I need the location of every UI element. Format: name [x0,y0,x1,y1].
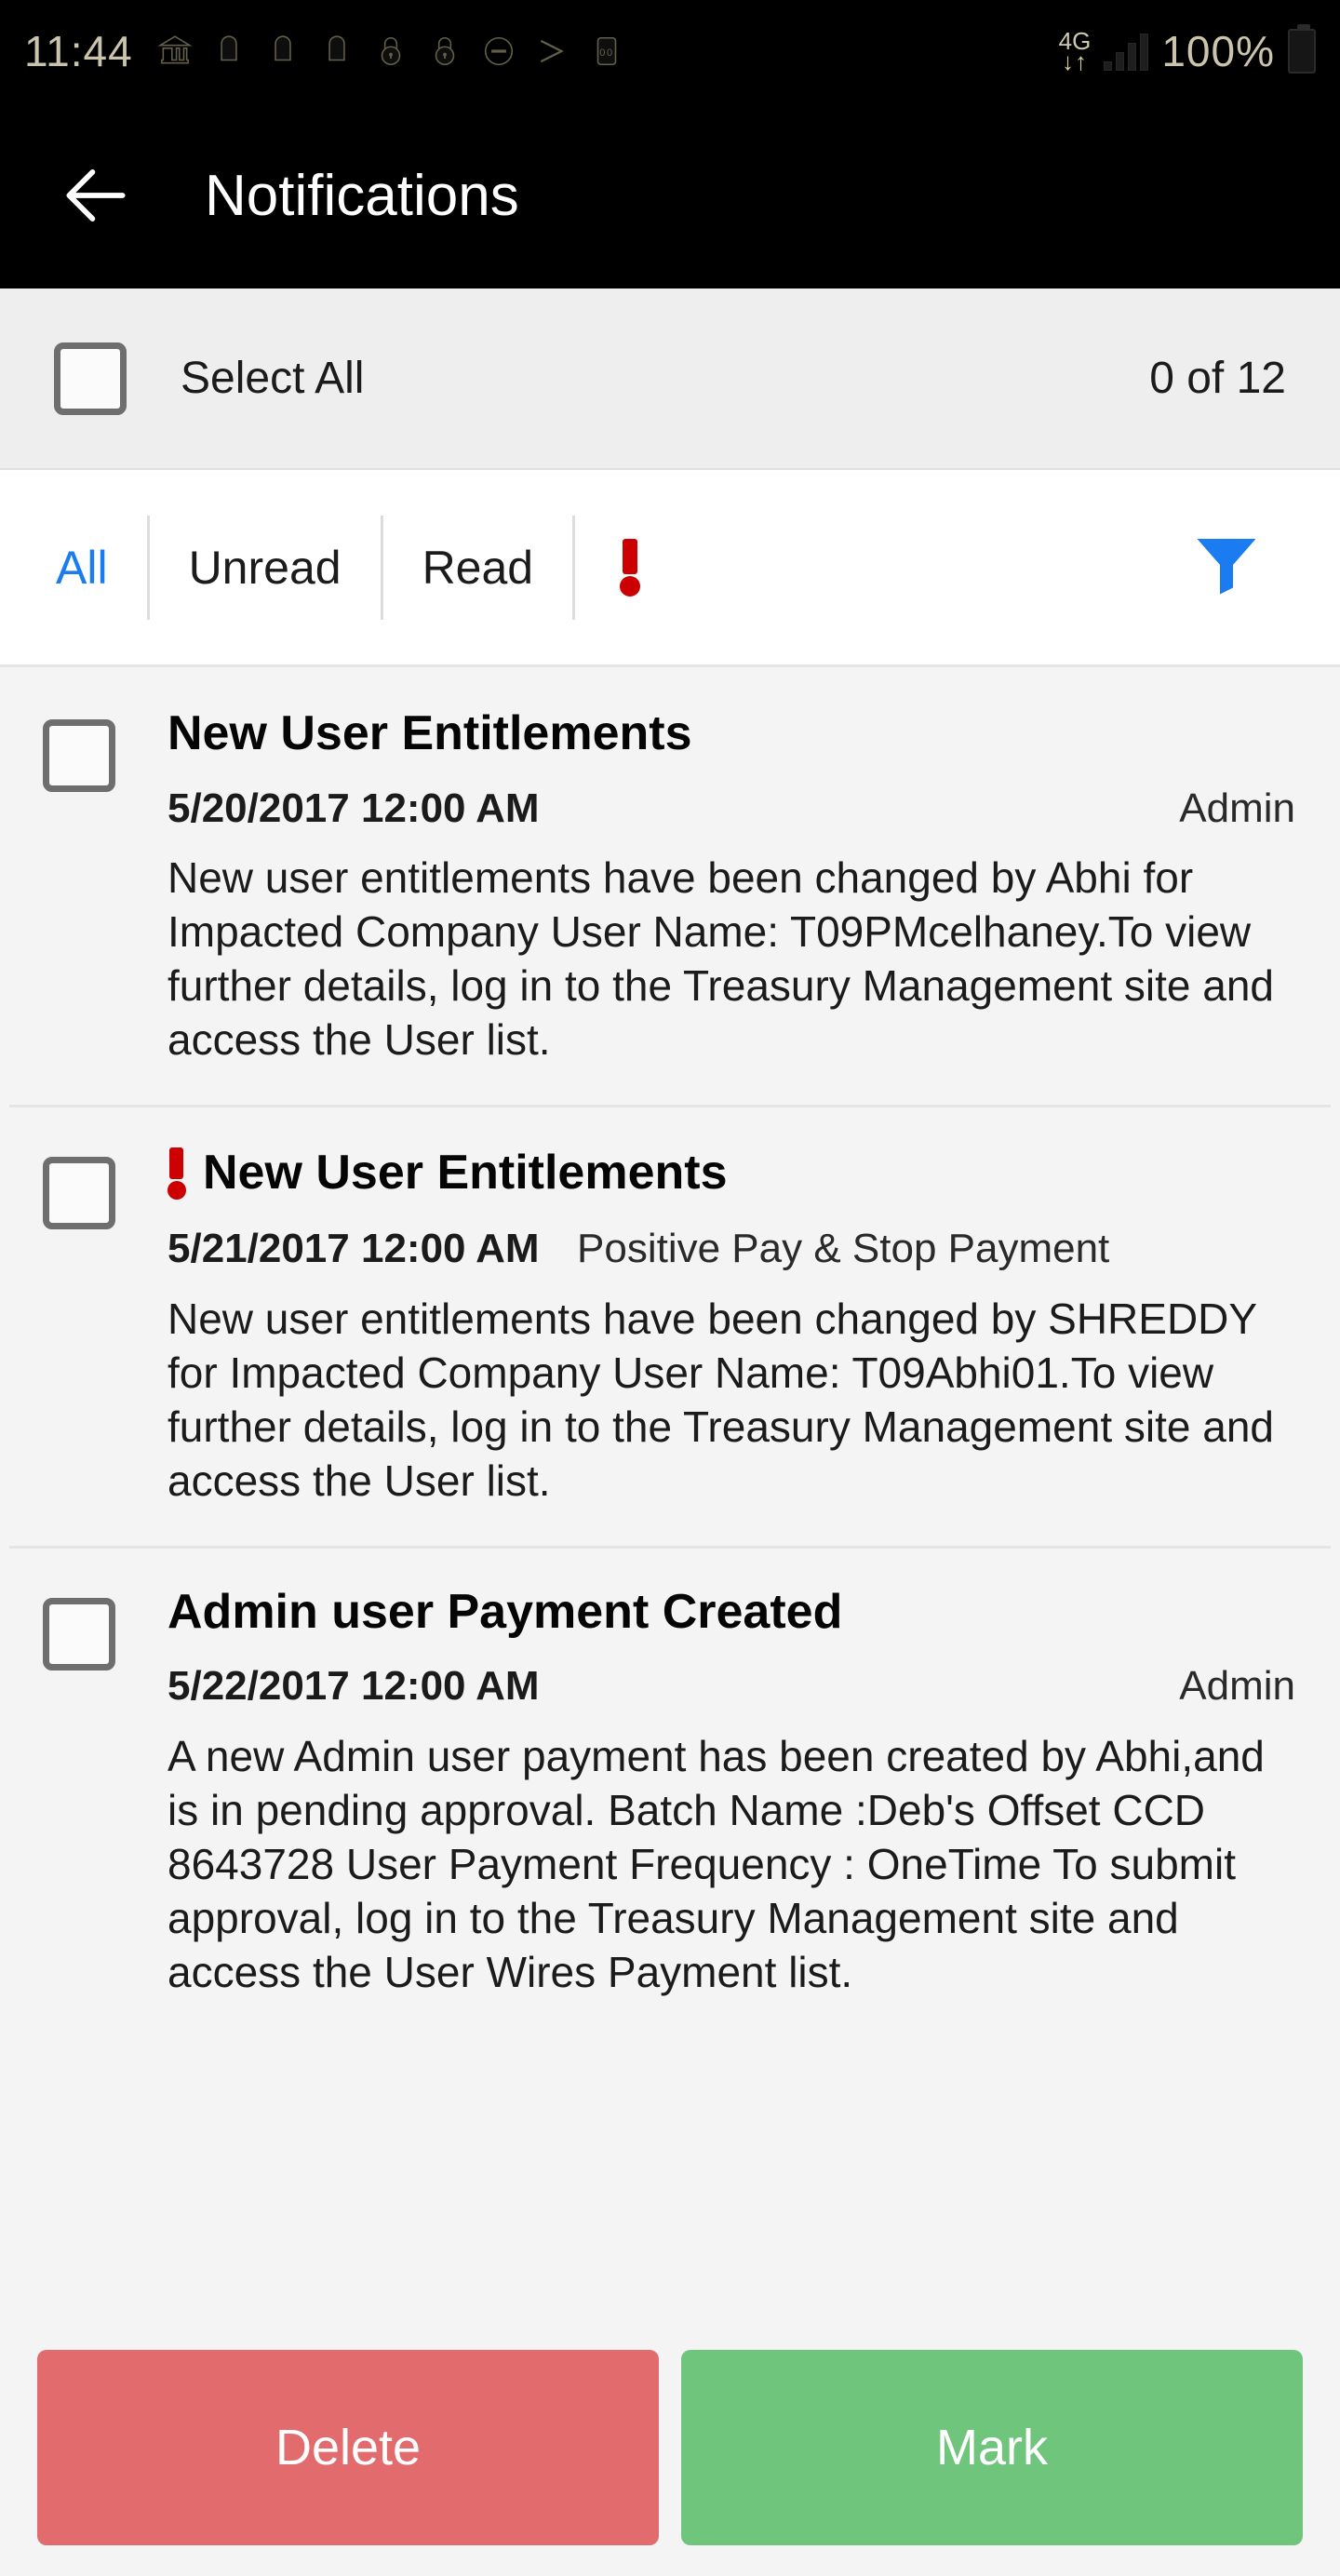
bank-icon [157,35,193,64]
tab-all[interactable]: All [43,516,147,620]
select-all-bar: Select All 0 of 12 [0,288,1340,470]
notification-body: New user entitlements have been changed … [168,1294,1274,1505]
priority-exclamation-icon [168,1147,186,1201]
notification-date: 5/21/2017 12:00 AM [168,1226,540,1272]
mark-button[interactable]: Mark [681,2350,1303,2545]
filter-funnel-icon[interactable] [1187,526,1266,609]
battery-icon [1288,24,1316,74]
exclamation-icon [620,538,641,597]
notification-date: 5/20/2017 12:00 AM [168,785,540,831]
notification-checkbox[interactable] [43,1597,115,1670]
tab-read[interactable]: Read [383,516,573,620]
do-not-disturb-icon [484,36,513,66]
notification-source: Positive Pay & Stop Payment [577,1226,1110,1272]
lock-icon [381,36,400,66]
notification-item[interactable]: New User Entitlements 5/21/2017 12:00 AM… [0,1105,1340,1545]
notification-title: New User Entitlements [203,1145,728,1200]
back-arrow-icon[interactable] [56,155,136,235]
notification-meta: 5/22/2017 12:00 AM Admin [168,1661,1295,1711]
notification-checkbox[interactable] [43,719,115,792]
status-clock: 11:44 [24,27,133,75]
signal-bars-icon [1104,32,1149,71]
select-all-checkbox[interactable] [54,342,127,415]
notification-icon [220,35,237,61]
notification-title: Admin user Payment Created [168,1584,843,1639]
tab-unread[interactable]: Unread [150,516,381,620]
page-title: Notifications [205,163,519,228]
notification-list: New User Entitlements 5/20/2017 12:00 AM… [0,667,1340,2037]
notification-source: Admin [1179,1663,1295,1710]
network-type-indicator: 4G ↓↑ [1059,29,1092,74]
svg-text:00: 00 [599,47,614,59]
notification-content: Admin user Payment Created 5/22/2017 12:… [168,1584,1303,2000]
lock-icon [435,36,454,66]
notification-date: 5/22/2017 12:00 AM [168,1663,540,1710]
notification-body: New user entitlements have been changed … [168,853,1274,1065]
notification-meta: 5/21/2017 12:00 AM Positive Pay & Stop P… [168,1224,1295,1274]
send-icon [540,39,564,63]
sim-icon: 00 [596,36,616,66]
status-notification-icons: 00 [157,29,1059,74]
notification-title: New User Entitlements [168,706,692,760]
notification-title-row: New User Entitlements [168,708,1295,759]
select-all-label: Select All [181,354,365,403]
notification-title-row: Admin user Payment Created [168,1584,1295,1639]
notification-content: New User Entitlements 5/21/2017 12:00 AM… [168,1146,1303,1508]
notification-checkbox[interactable] [43,1157,115,1230]
action-bar: Delete Mark [0,2319,1340,2576]
notification-source: Admin [1179,785,1295,831]
notification-item[interactable]: Admin user Payment Created 5/22/2017 12:… [0,1545,1340,2037]
notification-icon [274,35,291,61]
notification-body: A new Admin user payment has been create… [168,1731,1265,1996]
delete-button[interactable]: Delete [37,2350,659,2545]
app-bar: Notifications [0,102,1340,288]
battery-percent: 100% [1161,27,1275,75]
data-transfer-arrows-icon: ↓↑ [1062,47,1088,75]
notification-title-row: New User Entitlements [168,1145,1295,1201]
notification-meta: 5/20/2017 12:00 AM Admin [168,784,1295,834]
notifications-screen: 11:44 00 4G ↓↑ 100% Notifications Select… [0,0,1340,2576]
selection-count: 0 of 12 [1149,354,1286,403]
status-right-cluster: 4G ↓↑ 100% [1059,24,1316,76]
notification-icon [328,35,345,61]
status-bar: 11:44 00 4G ↓↑ 100% [0,0,1340,102]
notification-item[interactable]: New User Entitlements 5/20/2017 12:00 AM… [0,667,1340,1105]
notification-content: New User Entitlements 5/20/2017 12:00 AM… [168,708,1303,1067]
filter-tab-bar: All Unread Read [0,470,1340,667]
tab-priority[interactable] [575,516,685,620]
